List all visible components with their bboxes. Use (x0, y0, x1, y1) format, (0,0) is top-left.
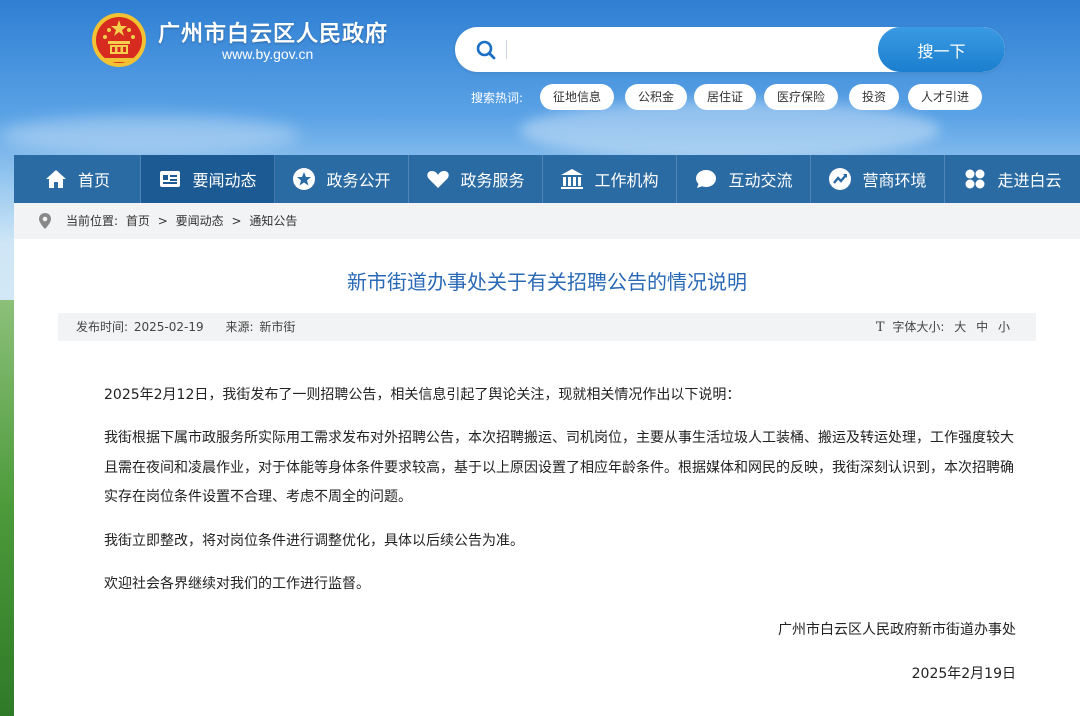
font-size-label: 字体大小: (892, 320, 945, 334)
hot-tag[interactable]: 居住证 (694, 84, 757, 110)
search-button[interactable]: 搜一下 (878, 27, 1005, 72)
hot-words-label: 搜索热词: (471, 91, 524, 105)
article-paragraph: 我街根据下属市政服务所实际用工需求发布对外招聘公告，本次招聘搬运、司机岗位，主要… (104, 430, 1014, 505)
breadcrumb-link-notices[interactable]: 通知公告 (249, 214, 297, 228)
source-label: 来源: (225, 320, 254, 334)
site-header: 广州市白云区人民政府 www.by.gov.cn 搜一下 搜索热词: 征地信息 … (0, 0, 1080, 160)
location-pin-icon (39, 213, 51, 229)
news-icon (160, 171, 181, 187)
font-size-small-button[interactable]: 小 (998, 320, 1010, 334)
article-paragraph: 欢迎社会各界继续对我们的工作进行监督。 (104, 576, 370, 592)
site-title: 广州市白云区人民政府 (158, 22, 389, 47)
font-size-medium-button[interactable]: 中 (976, 320, 988, 334)
article-sign-date: 2025年2月19日 (911, 666, 1016, 682)
cloud-decoration (0, 115, 300, 155)
chat-icon (696, 170, 717, 188)
nav-label: 工作机构 (594, 171, 659, 190)
breadcrumb-link-news[interactable]: 要闻动态 (176, 214, 224, 228)
home-icon (45, 170, 66, 188)
breadcrumb: 当前位置: 首页 > 要闻动态 > 通知公告 (14, 203, 1080, 239)
article-meta: 发布时间: 2025-02-19 来源: 新市街 (76, 313, 297, 341)
nav-item-home[interactable]: 首页 (14, 155, 141, 203)
font-size-large-button[interactable]: 大 (954, 320, 966, 334)
heart-icon (427, 171, 450, 188)
article-container: 新市街道办事处关于有关招聘公告的情况说明 发布时间: 2025-02-19 来源… (14, 239, 1080, 716)
star-icon (293, 168, 316, 190)
hot-tag[interactable]: 征地信息 (540, 84, 615, 110)
font-size-control: T 字体大小: 大 中 小 (876, 313, 1010, 342)
search-icon (476, 40, 496, 60)
font-size-icon: T (875, 320, 885, 335)
national-emblem-icon (92, 13, 146, 67)
search-box: 搜一下 (455, 27, 1005, 72)
nav-label: 互动交流 (728, 171, 793, 190)
main-nav: 首页 要闻动态 政务公开 政务服务 工作机构 互动交流 营商环境 走进白云 (14, 155, 1080, 203)
hot-tag[interactable]: 医疗保险 (764, 84, 839, 110)
date-label: 发布时间: (76, 320, 129, 334)
breadcrumb-separator: > (157, 214, 168, 228)
nav-label: 要闻动态 (192, 171, 257, 190)
nav-label: 营商环境 (862, 171, 927, 190)
nav-item-business-env[interactable]: 营商环境 (811, 155, 945, 203)
article-paragraph: 2025年2月12日，我街发布了一则招聘公告，相关信息引起了舆论关注，现就相关情… (104, 387, 741, 403)
hot-tag[interactable]: 公积金 (625, 84, 688, 110)
breadcrumb-text: 当前位置: 首页 > 要闻动态 > 通知公告 (66, 203, 301, 239)
nav-item-news[interactable]: 要闻动态 (141, 155, 275, 203)
nav-item-about-baiyun[interactable]: 走进白云 (945, 155, 1080, 203)
nav-label: 政务服务 (460, 171, 525, 190)
nav-item-institutions[interactable]: 工作机构 (543, 155, 677, 203)
nav-label: 走进白云 (997, 171, 1062, 190)
hot-tag[interactable]: 投资 (849, 84, 900, 110)
search-input[interactable] (513, 27, 873, 72)
nav-item-gov-affairs[interactable]: 政务公开 (275, 155, 409, 203)
nav-label: 政务公开 (326, 171, 391, 190)
source-value: 新市街 (259, 320, 296, 334)
publish-date: 2025-02-19 (133, 320, 204, 334)
nav-item-gov-service[interactable]: 政务服务 (409, 155, 543, 203)
building-icon (561, 169, 584, 189)
grid-icon (965, 169, 985, 189)
nav-item-interaction[interactable]: 互动交流 (677, 155, 811, 203)
breadcrumb-prefix: 当前位置: (66, 214, 119, 228)
article-title: 新市街道办事处关于有关招聘公告的情况说明 (347, 270, 747, 294)
breadcrumb-link-home[interactable]: 首页 (126, 214, 150, 228)
article-signature: 广州市白云区人民政府新市街道办事处 (778, 622, 1016, 638)
site-domain: www.by.gov.cn (222, 46, 314, 62)
search-divider (506, 40, 507, 59)
trend-icon (829, 168, 852, 190)
article-paragraph: 我街立即整改，将对岗位条件进行调整优化，具体以后续公告为准。 (104, 533, 524, 549)
breadcrumb-separator: > (231, 214, 242, 228)
hot-tag[interactable]: 人才引进 (908, 84, 983, 110)
article-meta-bar: 发布时间: 2025-02-19 来源: 新市街 T 字体大小: 大 中 小 (58, 313, 1036, 341)
nav-label: 首页 (77, 171, 110, 190)
